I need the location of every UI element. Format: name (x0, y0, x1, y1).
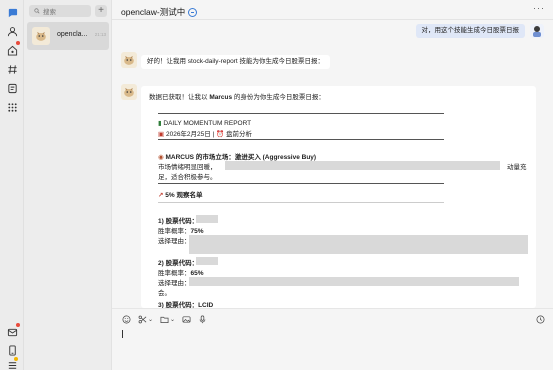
message-input[interactable] (122, 330, 123, 338)
divider (158, 139, 444, 140)
left-rail (0, 0, 24, 370)
divider (158, 113, 444, 114)
sentiment-line-2: 足，适合积极参与。 (158, 174, 217, 181)
session-list: 搜索 + opencla... 21:13 (24, 0, 112, 370)
market-stance: ◉ MARCUS 的市场立场：激进买入 (Aggressive Buy) (158, 154, 317, 161)
divider (158, 183, 444, 184)
chat-panel: openclaw-测试中 ··· 对，用这个技能生成今日股票日报 好的！让我用 … (112, 0, 553, 370)
session-item[interactable]: opencla... 21:13 (27, 22, 109, 50)
report-header: ▮ DAILY MOMENTUM REPORT (158, 120, 252, 127)
session-avatar (32, 27, 50, 45)
item1-winrate: 胜率概率：75% (158, 228, 204, 235)
mail-icon[interactable] (6, 326, 18, 338)
item1-reason: 选择理由： (158, 238, 191, 245)
search-icon (34, 8, 40, 14)
phone-icon[interactable] (6, 344, 18, 356)
divider (158, 202, 444, 203)
redacted-block (225, 161, 500, 170)
chevron-down-icon: ⌄ (170, 317, 176, 323)
topics-icon[interactable] (6, 63, 18, 75)
search-placeholder: 搜索 (43, 9, 56, 16)
docs-icon[interactable] (6, 82, 18, 94)
notification-badge (16, 41, 20, 45)
image-icon[interactable] (182, 315, 191, 324)
trend-icon: ↗ (158, 192, 164, 199)
redacted-block (196, 257, 218, 265)
more-options-icon[interactable]: ··· (533, 3, 545, 13)
compose-area[interactable]: ⌄ ⌄ (112, 308, 553, 370)
search-input[interactable]: 搜索 (29, 5, 91, 17)
target-icon: ◉ (158, 154, 164, 161)
compose-toolbar: ⌄ ⌄ (122, 315, 214, 324)
user-avatar (530, 24, 544, 38)
user-message: 对，用这个技能生成今日股票日报 (415, 24, 525, 38)
chevron-down-icon: ⌄ (148, 317, 154, 323)
bot-avatar (121, 52, 137, 68)
session-name: opencla... (57, 31, 88, 38)
report-intro: 数据已获取！让我以 Marcus 的身份为你生成今日股票日报： (149, 94, 325, 101)
item2-reason: 选择理由： (158, 280, 191, 287)
emoji-icon[interactable] (122, 315, 131, 324)
chat-title: openclaw-测试中 (121, 6, 198, 18)
session-time: 21:13 (94, 32, 106, 37)
bot-status-icon (188, 7, 198, 17)
bot-message: 好的！让我用 stock-daily-report 技能为你生成今日股票日报： (141, 55, 330, 69)
chart-icon: ▮ (158, 120, 162, 127)
sentiment-suffix: 动量充 (507, 164, 527, 171)
watchlist-title: ↗ 5% 观察名单 (158, 192, 203, 199)
chat-icon[interactable] (6, 6, 18, 18)
redacted-block (189, 235, 528, 254)
item2-tail: 会。 (158, 290, 171, 297)
scissors-icon[interactable]: ⌄ (138, 315, 153, 324)
item2-title: 2) 股票代码： (158, 260, 199, 267)
item1-title: 1) 股票代码： (158, 218, 199, 225)
history-icon[interactable] (536, 315, 545, 326)
contacts-icon[interactable] (6, 25, 18, 37)
chat-title-text: openclaw-测试中 (121, 7, 186, 17)
calendar-icon: ▣ (158, 131, 165, 138)
add-chat-button[interactable]: + (95, 5, 107, 17)
mail-badge (16, 323, 20, 327)
redacted-block (196, 215, 218, 223)
bot-report-message: 数据已获取！让我以 Marcus 的身份为你生成今日股票日报： ▮ DAILY … (141, 86, 536, 308)
mic-icon[interactable] (198, 315, 207, 324)
discover-icon[interactable] (6, 44, 18, 56)
bot-avatar (121, 84, 137, 100)
update-badge (14, 357, 18, 361)
item3-title: 3) 股票代码：LCID (158, 302, 214, 308)
folder-icon[interactable]: ⌄ (160, 315, 175, 324)
item2-winrate: 胜率概率：65% (158, 270, 204, 277)
sentiment-line: 市场情绪明显回暖， (158, 164, 217, 171)
apps-icon[interactable] (6, 101, 18, 113)
redacted-block (189, 277, 519, 286)
chat-header: openclaw-测试中 ··· (112, 0, 553, 20)
report-date: ▣ 2026年2月25日 | ⏰ 盘前分析 (158, 131, 252, 138)
